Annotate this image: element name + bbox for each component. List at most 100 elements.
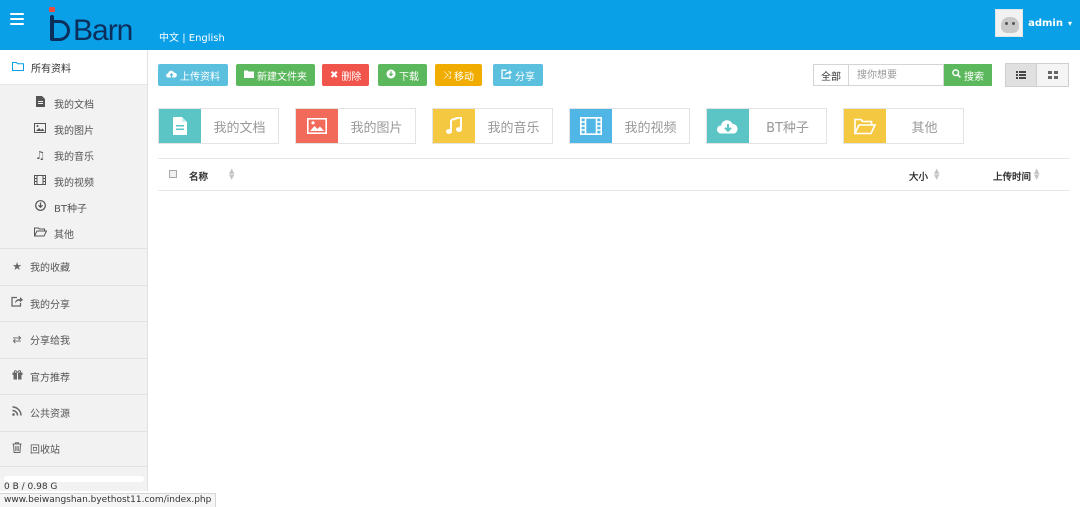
sidebar-item-my-shares[interactable]: 我的分享: [0, 284, 147, 322]
category-videos[interactable]: 我的视频: [569, 108, 690, 144]
sort-icon[interactable]: ▲ ▼: [934, 168, 939, 181]
category-pictures[interactable]: 我的图片: [295, 108, 416, 144]
top-navbar: Barn 中文 | English admin ▾: [0, 0, 1080, 50]
move-button-label: 移动: [454, 71, 474, 83]
upload-button-label: 上传资料: [180, 71, 220, 83]
category-documents[interactable]: 我的文档: [158, 108, 279, 144]
gift-icon: [10, 369, 24, 383]
cloud-download-icon: [707, 109, 749, 143]
trash-icon: [10, 442, 24, 456]
category-label: 我的音乐: [487, 120, 540, 136]
sidebar-item-music[interactable]: ♫ 我的音乐: [0, 142, 147, 168]
category-other[interactable]: 其他: [843, 108, 964, 144]
sort-icon[interactable]: ▲ ▼: [1034, 168, 1039, 181]
view-toggle: [1005, 63, 1069, 87]
close-icon: ✖: [330, 69, 339, 81]
user-menu[interactable]: admin ▾: [995, 9, 1072, 37]
file-icon: [159, 109, 201, 143]
new-folder-button[interactable]: 新建文件夹: [236, 64, 315, 86]
file-table-header: 名称 ▲ ▼ 大小 ▲ ▼ 上传时间 ▲ ▼: [158, 158, 1070, 191]
column-header-upload-time[interactable]: 上传时间: [993, 169, 1031, 183]
logo-dot: [49, 7, 55, 12]
logo[interactable]: Barn: [48, 6, 133, 47]
lang-en-link[interactable]: English: [189, 33, 225, 44]
status-bar-url: www.beiwangshan.byethost11.com/index.php: [0, 493, 217, 507]
search-icon: [952, 69, 961, 81]
search-scope-select[interactable]: 全部: [813, 64, 848, 86]
sidebar-item-shared-with-me[interactable]: ⇄ 分享给我: [0, 321, 147, 358]
film-icon: [570, 109, 612, 143]
file-icon: [33, 96, 47, 110]
lang-separator: |: [182, 33, 186, 44]
star-icon: ★: [12, 260, 22, 274]
grid-view-icon[interactable]: [1037, 63, 1069, 87]
sidebar-item-public[interactable]: 公共资源: [0, 394, 147, 431]
sidebar-item-label: 我的图片: [54, 125, 94, 137]
folder-open-icon: [33, 227, 47, 240]
list-view-icon[interactable]: [1005, 63, 1037, 87]
delete-button[interactable]: ✖ 删除: [322, 64, 370, 86]
sidebar-item-label: 我的音乐: [54, 151, 94, 163]
rss-icon: [10, 406, 24, 419]
username[interactable]: admin: [1028, 18, 1063, 29]
sidebar-item-label: BT种子: [54, 203, 87, 215]
music-icon: ♫: [35, 148, 45, 162]
music-icon: [433, 109, 475, 143]
sidebar-item-label: 其他: [54, 229, 74, 241]
menu-icon[interactable]: [10, 13, 24, 25]
category-bt[interactable]: BT种子: [706, 108, 827, 144]
sidebar-item-label: 公共资源: [30, 409, 70, 421]
folder-icon: [244, 70, 254, 81]
sidebar-item-label: 回收站: [30, 445, 60, 457]
sidebar-item-label: 所有资料: [31, 63, 71, 75]
logo-text: Barn: [73, 14, 133, 47]
sidebar-item-documents[interactable]: 我的文档: [0, 90, 147, 116]
sidebar-item-all[interactable]: 所有资料: [0, 50, 147, 85]
sidebar-item-recommended[interactable]: 官方推荐: [0, 357, 147, 395]
download-button-label: 下载: [399, 71, 419, 83]
storage-usage-text: 0 B / 0.98 G: [4, 482, 58, 492]
chevron-down-icon[interactable]: ▾: [1068, 19, 1072, 28]
sidebar-item-pictures[interactable]: 我的图片: [0, 116, 147, 142]
sort-icon[interactable]: ▲ ▼: [229, 168, 234, 181]
logo-bowl: [52, 20, 70, 41]
category-music[interactable]: 我的音乐: [432, 108, 553, 144]
upload-button[interactable]: 上传资料: [158, 64, 228, 86]
sidebar-item-label: 分享给我: [30, 336, 70, 348]
share-icon: [10, 296, 24, 310]
sidebar-item-label: 我的文档: [54, 99, 94, 111]
film-icon: [33, 174, 47, 188]
sidebar-item-label: 官方推荐: [30, 372, 70, 384]
retweet-icon: ⇄: [12, 333, 22, 347]
folder-open-icon: [844, 109, 886, 143]
share-button[interactable]: 分享: [493, 64, 543, 86]
sidebar-item-other[interactable]: 其他: [0, 220, 147, 246]
select-all-checkbox[interactable]: [169, 170, 177, 178]
sidebar-item-label: 我的分享: [30, 299, 70, 311]
lang-zh-link[interactable]: 中文: [159, 33, 179, 44]
share-icon: [501, 69, 512, 82]
download-button[interactable]: 下载: [378, 64, 427, 86]
share-button-label: 分享: [515, 71, 535, 83]
search-group: 全部 搜索: [813, 64, 992, 86]
avatar[interactable]: [995, 9, 1024, 37]
sidebar-item-favorites[interactable]: ★ 我的收藏: [0, 248, 147, 285]
search-button-label: 搜索: [964, 71, 984, 83]
category-label: 其他: [911, 120, 938, 136]
sidebar-item-videos[interactable]: 我的视频: [0, 168, 147, 194]
sidebar: 所有资料 我的文档 我的图片 ♫ 我的音乐 我的视频 BT种子 其他 ★ 我的收…: [0, 50, 148, 491]
column-header-size[interactable]: 大小: [909, 169, 928, 183]
search-input[interactable]: [848, 64, 944, 86]
sidebar-item-trash[interactable]: 回收站: [0, 430, 147, 467]
category-label: 我的视频: [624, 120, 677, 136]
sidebar-item-bt[interactable]: BT种子: [0, 194, 147, 220]
cloud-upload-icon: [166, 69, 177, 81]
column-header-name[interactable]: 名称: [189, 169, 208, 183]
download-circle-icon: [33, 200, 47, 214]
category-label: BT种子: [766, 120, 809, 136]
folder-icon: [12, 61, 24, 74]
move-button[interactable]: ⤨ 移动: [435, 64, 482, 86]
delete-button-label: 删除: [341, 71, 362, 83]
picture-icon: [296, 109, 338, 143]
search-button[interactable]: 搜索: [944, 64, 992, 86]
